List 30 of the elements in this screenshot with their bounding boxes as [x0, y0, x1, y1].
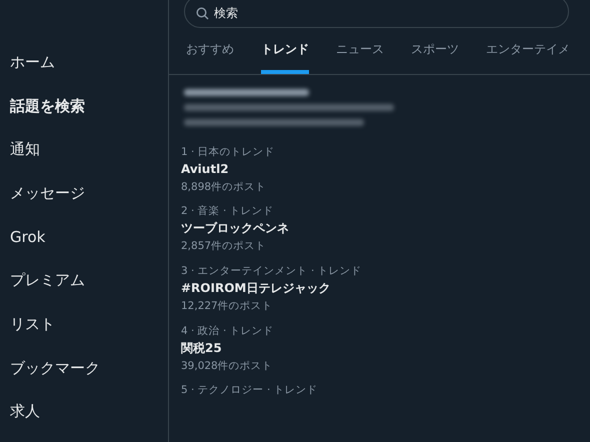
trend-title[interactable]: 関税25: [181, 338, 578, 357]
nav-item[interactable]: 話題を検索: [0, 92, 168, 136]
nav-item[interactable]: 求人: [0, 398, 168, 442]
trend-title[interactable]: Aviutl2: [181, 160, 578, 178]
trend-category: 5 · テクノロジー · トレンド: [181, 383, 319, 398]
nav-item[interactable]: Grok: [0, 224, 168, 268]
nav-item[interactable]: リスト: [0, 311, 168, 355]
trend-title[interactable]: #ROIROM日テレジャック: [181, 278, 578, 297]
post-count: 8,898件のポスト: [181, 180, 268, 195]
nav-item[interactable]: メッセージ: [0, 180, 168, 224]
search-field[interactable]: 検索: [184, 0, 569, 28]
post-count: 12,227件のポスト: [181, 298, 274, 314]
tab[interactable]: トレンド: [261, 28, 309, 74]
tab[interactable]: エンターテイメ: [486, 28, 570, 74]
tab[interactable]: スポーツ: [411, 28, 459, 74]
trend-category: 2 · 音楽 · トレンド: [181, 204, 275, 220]
tab[interactable]: ニュース: [336, 28, 384, 74]
trend-category: 1 · 日本のトレンド: [181, 144, 276, 160]
nav-item[interactable]: ホーム: [0, 49, 168, 93]
trend-category: 3 · エンターテインメント · トレンド: [181, 264, 363, 279]
tab[interactable]: おすすめ: [186, 28, 234, 74]
search-icon: [196, 6, 209, 20]
nav-item[interactable]: 通知: [0, 136, 168, 180]
search-value: 検索: [214, 4, 238, 22]
trend-category: 4 · 政治 · トレンド: [181, 324, 275, 339]
nav-item[interactable]: プレミアム: [0, 267, 168, 312]
post-count: 2,857件のポスト: [181, 239, 268, 254]
nav-item[interactable]: ブックマーク: [0, 354, 168, 398]
post-count: 39,028件のポスト: [181, 358, 274, 374]
trend-title[interactable]: ツーブロックペンネ: [181, 219, 578, 238]
